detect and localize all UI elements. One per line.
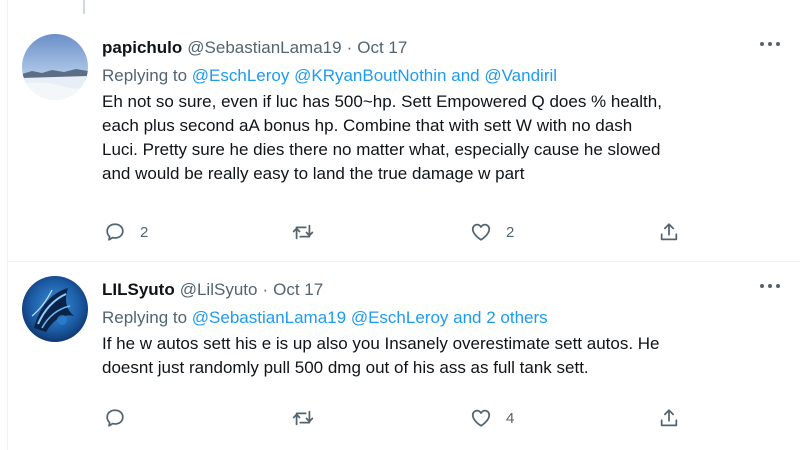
share-button[interactable] (658, 220, 680, 244)
separator-dot: · (262, 280, 269, 299)
reply-icon (106, 409, 124, 427)
mention-link[interactable]: @EschLeroy (351, 308, 449, 327)
mention-link[interactable]: @KRyanBoutNothin (294, 66, 446, 85)
avatar[interactable] (22, 34, 88, 100)
tweet-text-line: Luci. Pretty sure he dies there no matte… (102, 140, 661, 159)
tweet-actions: 2 2 (102, 220, 682, 244)
mention-link[interactable]: @SebastianLama19 (192, 308, 346, 327)
mention-link[interactable]: @Vandiril (484, 66, 557, 85)
share-icon (660, 223, 678, 241)
tweet-date[interactable]: Oct 17 (273, 278, 323, 302)
retweet-button[interactable] (292, 220, 328, 244)
mention-others-link[interactable]: and 2 others (453, 308, 548, 327)
display-name[interactable]: papichulo (102, 36, 182, 60)
separator-dot: · (346, 38, 353, 57)
replying-to: Replying to @SebastianLama19 @EschLeroy … (102, 306, 780, 330)
retweet-icon (292, 410, 314, 426)
user-handle[interactable]: @SebastianLama19 (187, 36, 341, 60)
replying-prefix: Replying to (102, 308, 192, 327)
user-handle[interactable]: @LilSyuto (180, 278, 258, 302)
share-icon (660, 409, 678, 427)
tweet-date[interactable]: Oct 17 (357, 36, 407, 60)
reply-button[interactable] (104, 406, 140, 430)
tweet-text-line: doesnt just randomly pull 500 dmg out of… (102, 358, 589, 377)
avatar-image (22, 34, 88, 100)
tweet[interactable]: LILSyuto @LilSyuto · Oct 17 Replying to … (8, 262, 800, 450)
tweet-content: papichulo @SebastianLama19 · Oct 17 Repl… (102, 36, 780, 186)
replying-prefix: Replying to (102, 66, 192, 85)
retweet-icon (292, 224, 314, 240)
tweet-header: LILSyuto @LilSyuto · Oct 17 (102, 278, 780, 302)
more-icon[interactable] (760, 282, 780, 290)
tweet-header: papichulo @SebastianLama19 · Oct 17 (102, 36, 780, 60)
like-icon (471, 223, 491, 241)
share-button[interactable] (658, 406, 680, 430)
mention-link[interactable]: @EschLeroy (192, 66, 290, 85)
tweet-text-line: Eh not so sure, even if luc has 500~hp. … (102, 92, 662, 111)
tweet[interactable]: papichulo @SebastianLama19 · Oct 17 Repl… (8, 16, 800, 262)
reply-button[interactable]: 2 (104, 220, 148, 244)
tweet-actions: 4 (102, 406, 682, 430)
reply-count: 2 (140, 223, 149, 241)
tweet-text-line: and would be really easy to land the tru… (102, 164, 525, 183)
more-icon[interactable] (760, 40, 780, 48)
tweet-text-line: If he w autos sett his e is up also you … (102, 334, 660, 353)
like-button[interactable]: 2 (470, 220, 514, 244)
tweet-text: If he w autos sett his e is up also you … (102, 332, 780, 380)
retweet-button[interactable] (292, 406, 328, 430)
like-button[interactable]: 4 (470, 406, 514, 430)
like-count: 4 (506, 409, 515, 427)
tweet-content: LILSyuto @LilSyuto · Oct 17 Replying to … (102, 278, 780, 380)
tweet-text: Eh not so sure, even if luc has 500~hp. … (102, 90, 780, 186)
mention-and: and (451, 66, 480, 85)
left-edge (0, 0, 8, 450)
replying-to: Replying to @EschLeroy @KRyanBoutNothin … (102, 64, 780, 88)
tweet-text-line: each plus second aA bonus hp. Combine th… (102, 116, 633, 135)
avatar-image (22, 276, 88, 342)
thread-line (83, 0, 85, 14)
avatar[interactable] (22, 276, 88, 342)
like-icon (471, 409, 491, 427)
reply-icon (106, 223, 124, 241)
display-name[interactable]: LILSyuto (102, 278, 175, 302)
like-count: 2 (506, 223, 515, 241)
